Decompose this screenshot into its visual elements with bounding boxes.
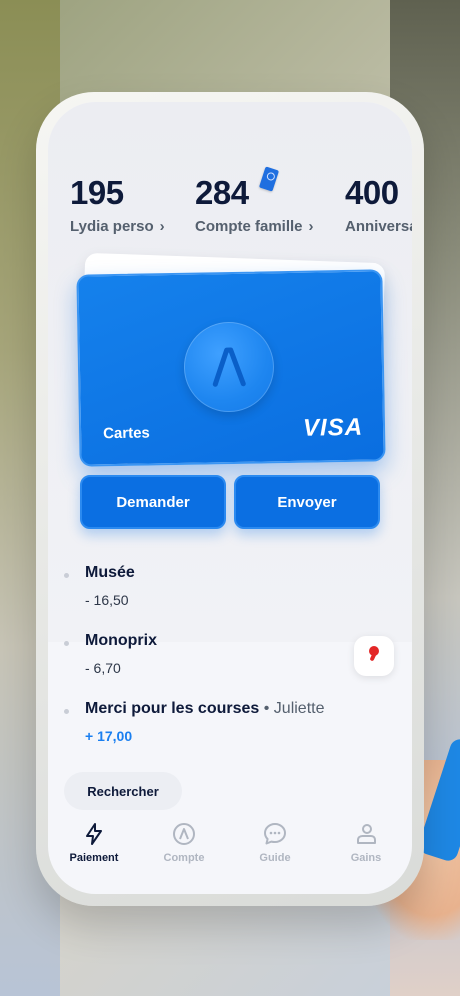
transaction-title-text: Monoprix [85, 632, 157, 649]
transaction-title: Musée [85, 564, 135, 582]
transaction-amount: - 16,50 [85, 592, 129, 608]
lydia-logo-icon [183, 321, 275, 413]
transaction-title-text: Musée [85, 564, 135, 581]
payment-card[interactable]: Cartes VISA [76, 269, 386, 467]
visa-logo: VISA [302, 413, 364, 442]
chevron-right-icon: › [159, 218, 165, 235]
bullet-dot [64, 709, 69, 714]
transaction-amount: + 17,00 [85, 728, 133, 744]
balance-amount: 400 [345, 174, 399, 211]
tab-label: Paiement [69, 852, 119, 864]
transaction-title: Monoprix [85, 632, 157, 650]
person-icon [326, 822, 406, 846]
card-label: Cartes [102, 424, 150, 443]
request-button[interactable]: Demander [80, 475, 226, 529]
search-button[interactable]: Rechercher [64, 772, 182, 810]
balance-label: Compte famille › [195, 218, 314, 235]
lydia-logo-icon [144, 822, 224, 846]
tab-label: Compte [163, 852, 205, 864]
transaction-title-text: Merci pour les courses [85, 700, 260, 717]
balance-label-text: Compte famille [195, 218, 303, 235]
phone-screen: 195 Lydia perso › 284 Compte famille › 400… [48, 102, 412, 894]
balance-amount: 195 [70, 174, 124, 211]
transaction-amount: - 6,70 [85, 660, 121, 676]
tab-compte[interactable]: Compte [144, 822, 224, 864]
bullet-dot [64, 573, 69, 578]
balance-amount: 284 [195, 174, 249, 211]
balance-label: Anniversaire [345, 218, 412, 235]
lightning-icon [54, 822, 134, 846]
chevron-right-icon: › [308, 218, 314, 235]
send-button[interactable]: Envoyer [234, 475, 380, 529]
tab-guide[interactable]: Guide [235, 822, 315, 864]
balance-label-text: Lydia perso [70, 218, 154, 235]
tab-gains[interactable]: Gains [326, 822, 406, 864]
tab-bar: Paiement Compte Guide Gains [48, 818, 412, 878]
balance-label-text: Anniversaire [345, 218, 412, 235]
transaction-title: Merci pour les courses • Juliette [85, 700, 324, 718]
balance-compte-famille[interactable]: 284 Compte famille › [195, 174, 314, 235]
tab-label: Gains [350, 852, 382, 864]
tab-paiement[interactable]: Paiement [54, 822, 134, 864]
balance-anniversaire[interactable]: 400 Anniversaire [345, 174, 412, 235]
tab-label: Guide [259, 852, 291, 864]
bullet-dot [64, 641, 69, 646]
balance-label: Lydia perso › [70, 218, 165, 235]
comma-icon [369, 646, 379, 656]
comment-bubble[interactable] [354, 636, 394, 676]
balance-lydia-perso[interactable]: 195 Lydia perso › [70, 174, 165, 235]
transaction-sender: • Juliette [259, 700, 325, 717]
chat-bubble-icon [235, 822, 315, 846]
